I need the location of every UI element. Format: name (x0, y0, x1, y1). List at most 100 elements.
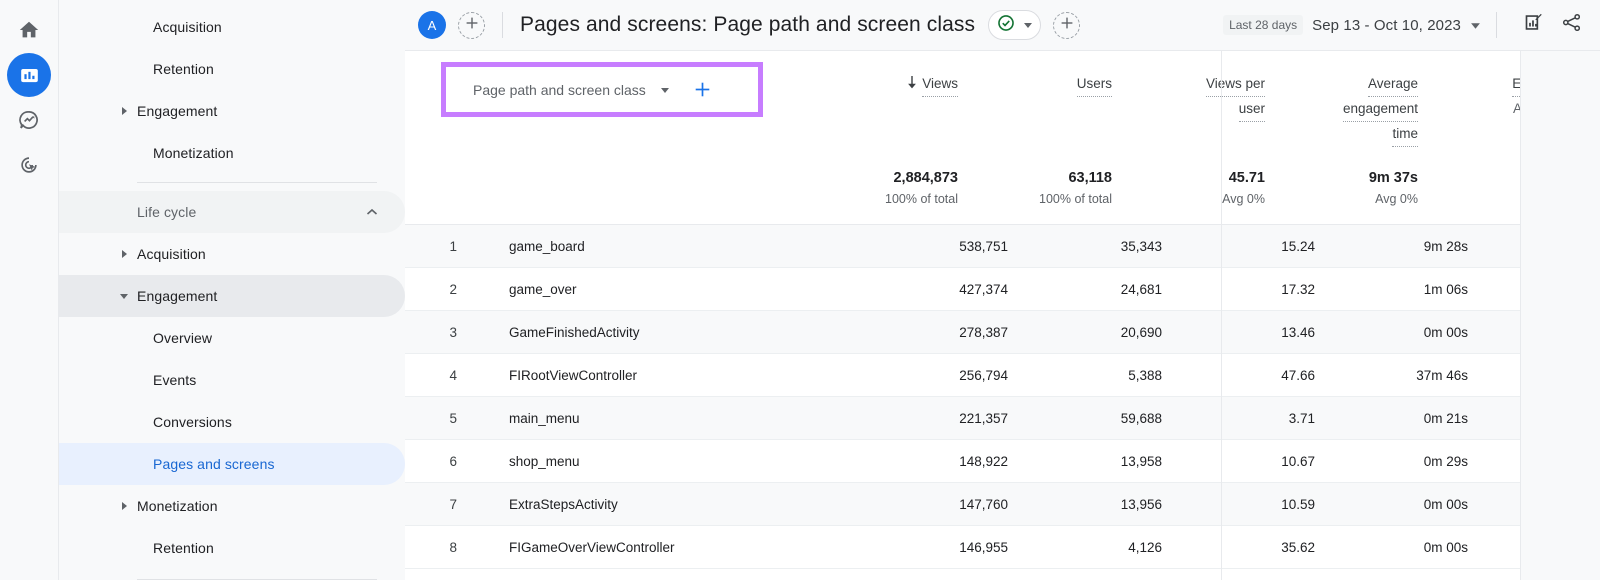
rail-item-advertising[interactable] (7, 143, 51, 187)
rail-item-reports[interactable] (7, 53, 51, 97)
caret-down-icon (111, 292, 137, 300)
share-button[interactable] (1556, 10, 1586, 40)
primary-icon-rail (0, 0, 59, 580)
dimension-metric-divider (1221, 51, 1222, 580)
row-views-per-user: 13.46 (1177, 325, 1332, 340)
arrow-down-icon (906, 73, 918, 96)
dimension-selector[interactable]: Page path and screen class (441, 62, 763, 117)
table-right-gutter (1520, 51, 1600, 580)
sidebar-item-label: Pages and screens (153, 456, 275, 472)
row-average-engagement-time: 1m 06s (1332, 282, 1490, 297)
sidebar-item-acquisition[interactable]: Acquisition (59, 233, 405, 275)
row-average-engagement-time: 0m 00s (1332, 497, 1490, 512)
row-rank: 6 (405, 454, 468, 469)
sidebar-item-label: Events (153, 372, 196, 388)
table-row[interactable]: 5main_menu221,35759,6883.710m 21s (405, 397, 1600, 440)
rail-item-home[interactable] (7, 8, 51, 52)
row-users: 59,688 (1022, 411, 1177, 426)
sidebar-item-label: Overview (153, 330, 212, 346)
sidebar-section-label: Life cycle (137, 204, 196, 220)
table-row[interactable]: 3GameFinishedActivity278,38720,69013.460… (405, 311, 1600, 354)
row-rank: 1 (405, 239, 468, 254)
rail-item-explore[interactable] (7, 98, 51, 142)
row-rank: 2 (405, 282, 468, 297)
sidebar-item-label: Acquisition (153, 19, 222, 35)
row-users: 5,388 (1022, 368, 1177, 383)
column-header-label: Average (1368, 72, 1418, 97)
row-average-engagement-time: 0m 21s (1332, 411, 1490, 426)
row-views-per-user: 15.24 (1177, 239, 1332, 254)
table-row[interactable]: 8FIGameOverViewController146,9554,12635.… (405, 526, 1600, 569)
column-header-views[interactable]: Views (847, 51, 972, 157)
row-users: 13,956 (1022, 497, 1177, 512)
row-average-engagement-time: 0m 00s (1332, 325, 1490, 340)
row-views-per-user: 17.32 (1177, 282, 1332, 297)
row-users: 24,681 (1022, 282, 1177, 297)
totals-views: 2,884,873 100% of total (847, 168, 972, 210)
column-header-label: Users (1077, 72, 1112, 97)
row-views-per-user: 10.59 (1177, 497, 1332, 512)
add-filter-button[interactable] (1053, 12, 1080, 39)
sidebar-item-monetization-top[interactable]: Monetization (59, 132, 405, 174)
column-header-label: time (1392, 122, 1418, 147)
add-comparison-button[interactable] (458, 12, 485, 39)
row-dimension-value: FIGameOverViewController (468, 540, 897, 555)
column-header-views-per-user[interactable]: Views per user (1127, 51, 1282, 157)
sidebar-item-events[interactable]: Events (59, 359, 405, 401)
sidebar-item-engagement-top[interactable]: Engagement (59, 90, 405, 132)
page-title: Pages and screens: Page path and screen … (520, 13, 975, 37)
sidebar-item-monetization[interactable]: Monetization (59, 485, 405, 527)
home-icon (18, 19, 40, 41)
views-header-line: Views (847, 72, 958, 97)
sidebar-item-retention[interactable]: Retention (59, 527, 405, 569)
edit-report-icon (1523, 12, 1544, 38)
column-header-label: Views per (1206, 72, 1265, 97)
report-navigation-sidebar: Acquisition Retention Engagement Monetiz… (59, 0, 405, 580)
sidebar-item-acquisition-top[interactable]: Acquisition (59, 6, 405, 48)
plus-icon (465, 16, 479, 35)
row-views: 146,955 (897, 540, 1022, 555)
sidebar-item-retention-top[interactable]: Retention (59, 48, 405, 90)
row-rank: 7 (405, 497, 468, 512)
row-views-per-user: 47.66 (1177, 368, 1332, 383)
date-range-picker[interactable]: Sep 13 - Oct 10, 2023 (1312, 17, 1481, 34)
add-dimension-button[interactable] (694, 81, 711, 98)
sidebar-section-life-cycle[interactable]: Life cycle (59, 191, 405, 233)
table-row[interactable]: 2game_over427,37424,68117.321m 06s (405, 268, 1600, 311)
table-row[interactable]: 6shop_menu148,92213,95810.670m 29s (405, 440, 1600, 483)
row-dimension-value: FIRootViewController (468, 368, 897, 383)
sidebar-divider (137, 182, 377, 183)
row-rank: 5 (405, 411, 468, 426)
totals-users: 63,118 100% of total (972, 168, 1127, 210)
column-header-average-engagement-time[interactable]: Average engagement time (1282, 51, 1440, 157)
table-row[interactable]: 7ExtraStepsActivity147,76013,95610.590m … (405, 483, 1600, 526)
edit-report-button[interactable] (1518, 10, 1548, 40)
data-quality-status-button[interactable] (988, 10, 1041, 40)
totals-value: 9m 37s (1282, 168, 1418, 188)
table-row[interactable]: 4FIRootViewController256,7945,38847.6637… (405, 354, 1600, 397)
share-icon (1561, 12, 1582, 38)
sidebar-item-pages-and-screens[interactable]: Pages and screens (59, 443, 405, 485)
check-circle-icon (997, 14, 1015, 37)
row-average-engagement-time: 9m 28s (1332, 239, 1490, 254)
row-dimension-value: ExtraStepsActivity (468, 497, 897, 512)
sidebar-item-conversions[interactable]: Conversions (59, 401, 405, 443)
date-range-label: Sep 13 - Oct 10, 2023 (1312, 17, 1461, 34)
column-header-label: Views (922, 72, 958, 97)
caret-down-icon[interactable] (660, 85, 670, 95)
table-row[interactable]: 1game_board538,75135,34315.249m 28s (405, 225, 1600, 268)
table-body: 1game_board538,75135,34315.249m 28s2game… (405, 225, 1600, 569)
dimension-header-cell: Page path and screen class (405, 51, 847, 157)
row-views: 278,387 (897, 325, 1022, 340)
column-header-label: engagement (1343, 97, 1418, 122)
column-header-users[interactable]: Users (972, 51, 1127, 157)
sidebar-item-engagement[interactable]: Engagement (59, 275, 405, 317)
dimension-selector-label: Page path and screen class (473, 82, 646, 98)
row-users: 35,343 (1022, 239, 1177, 254)
sidebar-item-overview[interactable]: Overview (59, 317, 405, 359)
totals-subtext: 100% of total (847, 188, 958, 210)
sidebar-item-label: Retention (153, 61, 214, 77)
totals-value: 63,118 (972, 168, 1112, 188)
advertising-target-icon (18, 154, 40, 176)
avatar[interactable]: A (418, 11, 446, 39)
